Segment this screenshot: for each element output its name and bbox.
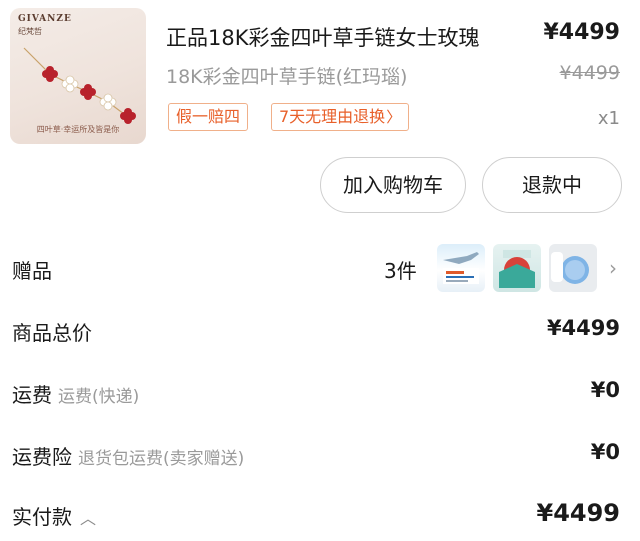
total-price-row: 商品总价 ¥4499 (0, 306, 640, 356)
insurance-description: 退货包运费(卖家赠送) (78, 449, 245, 469)
product-price: ¥4499 (543, 20, 620, 45)
gift-airplane-icon (443, 252, 479, 284)
insurance-label: 运费险 (12, 445, 72, 469)
shipping-label: 运费 (12, 383, 52, 407)
return-policy-tag[interactable]: 7天无理由退换〉 (271, 103, 410, 131)
gifts-count: 3件 (384, 259, 417, 283)
guarantee-tag: 假一赔四 (168, 103, 249, 131)
paid-label: 实付款 (12, 505, 72, 529)
product-title[interactable]: 正品18K彩金四叶草手链女士玫瑰 (166, 22, 480, 52)
shipping-method: 运费(快递) (58, 387, 140, 407)
refund-status-button[interactable]: 退款中 (482, 157, 622, 213)
paid-value: ¥4499 (536, 499, 621, 527)
gifts-row[interactable]: 赠品 (0, 244, 640, 294)
gifts-label: 赠品 (12, 259, 52, 283)
total-price-label: 商品总价 (12, 321, 92, 345)
product-quantity: x1 (597, 108, 620, 129)
order-product-card: GIVANZE 纪梵哲 四叶草·幸运所及皆是你 正品18K彩金四叶草手链女士玫瑰… (0, 0, 640, 150)
product-thumbnail[interactable]: GIVANZE 纪梵哲 四叶草·幸运所及皆是你 (10, 8, 146, 144)
paid-label-group: 实付款 ︿ (12, 501, 96, 530)
shipping-label-group: 运费 运费(快递) (12, 379, 139, 408)
paid-amount-row[interactable]: 实付款 ︿ ¥4499 (0, 490, 640, 540)
chevron-right-icon: 〉 (386, 108, 402, 126)
insurance-label-group: 运费险 退货包运费(卖家赠送) (12, 441, 244, 470)
gift-image-1[interactable] (437, 244, 485, 292)
return-policy-tag-label: 7天无理由退换 (279, 107, 386, 126)
gift-image-2[interactable] (493, 244, 541, 292)
chevron-up-icon[interactable]: ︿ (80, 509, 96, 528)
gift-mirror-icon (551, 252, 589, 284)
thumbnail-caption: 四叶草·幸运所及皆是你 (36, 125, 120, 134)
total-price-value: ¥4499 (546, 316, 620, 340)
gift-image-3[interactable] (549, 244, 597, 292)
insurance-value: ¥0 (590, 440, 620, 464)
add-to-cart-button[interactable]: 加入购物车 (320, 157, 466, 213)
shipping-row: 运费 运费(快递) ¥0 (0, 368, 640, 418)
shipping-insurance-row: 运费险 退货包运费(卖家赠送) ¥0 (0, 430, 640, 480)
guarantee-tag-label: 假一赔四 (176, 107, 241, 126)
gift-box-icon (499, 250, 535, 288)
product-variant: 18K彩金四叶草手链(红玛瑙) (166, 66, 408, 88)
shipping-value: ¥0 (590, 378, 620, 402)
chevron-right-icon[interactable]: › (609, 256, 617, 280)
original-price: ¥4499 (559, 62, 620, 84)
